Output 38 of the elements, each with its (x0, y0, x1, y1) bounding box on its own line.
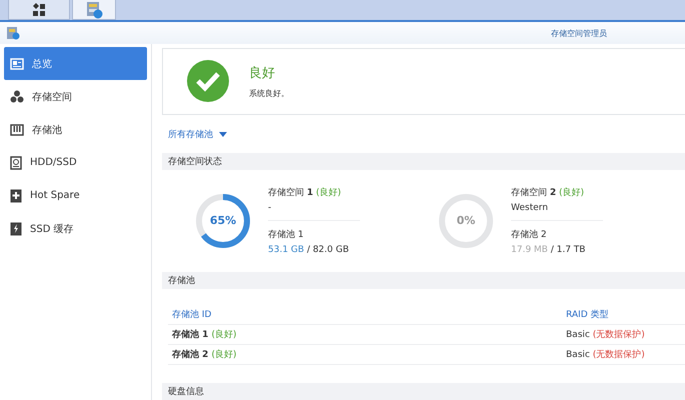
pool-icon (10, 124, 24, 136)
cubes-icon (10, 90, 24, 103)
volume-capacity: 53.1 GB / 82.0 GB (268, 245, 350, 256)
sidebar-item[interactable]: Hot Spare (4, 179, 147, 212)
grid-icon (32, 2, 46, 16)
sidebar-item[interactable]: HDD/SSD (4, 146, 147, 179)
volume-pool: 存储池 1 (268, 228, 305, 242)
storage-app-icon (6, 26, 20, 40)
window-title: 存储空间管理员 (551, 28, 607, 38)
table-cell-text: Basic (无数据保护) (565, 328, 645, 341)
card-icon (10, 58, 24, 70)
volume-capacity: 17.9 MB / 1.7 TB (511, 245, 586, 256)
column-header: 存储池 ID (171, 308, 212, 321)
sidebar-item[interactable]: SSD 缓存 (4, 212, 147, 245)
table-cell-text: 存储池 1 (良好) (170, 328, 238, 341)
storage-app-icon (85, 0, 103, 18)
volume-title: 存储空间 2 (良好) (511, 186, 586, 200)
section-header: 硬盘信息 (162, 382, 685, 400)
table-cell-text: 存储池 2 (良好) (170, 348, 238, 361)
caret-icon (219, 132, 227, 137)
volume-title: 存储空间 1 (良好) (268, 186, 342, 200)
column-header: RAID 类型 (565, 308, 608, 321)
volume-description: Western (511, 203, 549, 214)
table-cell-text: Basic (无数据保护) (565, 348, 645, 361)
volume-description: - (268, 203, 272, 214)
volume-pool: 存储池 2 (511, 228, 548, 242)
sidebar-item[interactable]: 总览 (4, 47, 147, 80)
sidebar-item[interactable]: 存储空间 (4, 80, 147, 113)
sidebar-item[interactable]: 存储池 (4, 113, 147, 146)
section-header: 存储空间状态 (162, 153, 685, 170)
section-header: 存储池 (162, 272, 685, 289)
usage-percent: 65% (208, 214, 238, 227)
usage-percent: 0% (456, 214, 476, 227)
check-icon (187, 60, 229, 102)
pool-filter-dropdown[interactable]: 所有存储池 (168, 128, 227, 141)
health-message: 系统良好。 (249, 88, 289, 99)
health-status: 良好 (249, 64, 276, 82)
taskbar-tab[interactable] (8, 0, 70, 20)
